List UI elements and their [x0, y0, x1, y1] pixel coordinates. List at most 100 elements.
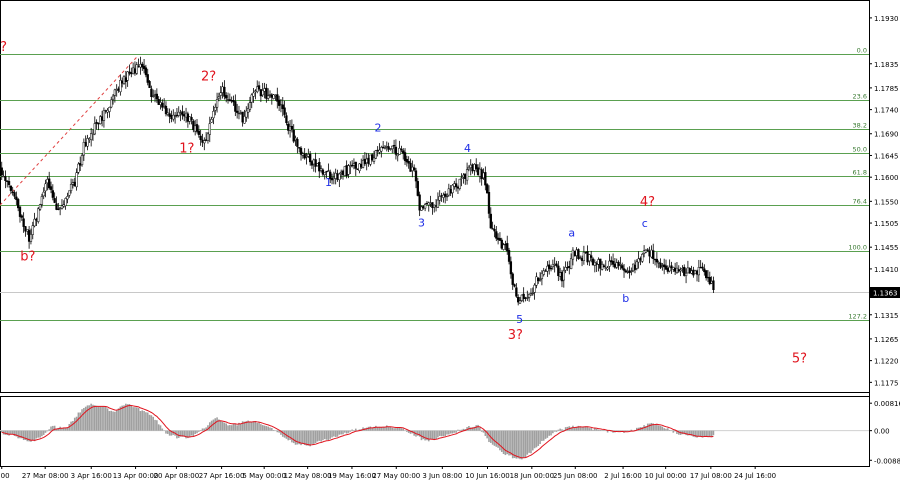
candle-body [708, 276, 711, 285]
candle-body [252, 92, 255, 97]
candle-body [633, 265, 637, 270]
osc-y-tick-label: -0.0088 [874, 457, 900, 465]
y-tick-label: 1.1175 [874, 379, 899, 387]
candle-body [684, 272, 688, 277]
candle-body [449, 188, 452, 194]
y-tick-label: 1.1410 [874, 266, 899, 274]
candle-body [635, 261, 638, 269]
candle-body [111, 95, 115, 100]
candle-body [588, 254, 591, 262]
candle-body [465, 169, 469, 181]
candle-body [677, 269, 680, 272]
candle-body [495, 231, 498, 239]
candle-body [159, 102, 162, 105]
osc-y-tick-label: 0.00 [874, 428, 890, 436]
candle-body [688, 268, 691, 274]
candle-body [66, 196, 69, 200]
candle-body [422, 206, 425, 209]
candle-body [626, 271, 629, 273]
candle-body [250, 94, 253, 103]
candle-body [46, 179, 49, 184]
candle-body [325, 170, 328, 173]
candle-body [566, 266, 569, 269]
candle-body [38, 204, 42, 210]
candle-body [285, 115, 288, 123]
candle-body [697, 267, 700, 276]
candle-body [60, 205, 64, 209]
candle-body [469, 164, 472, 168]
candle-body [305, 156, 308, 158]
candle-body [496, 237, 500, 240]
candle-body [157, 99, 160, 105]
candle-body [90, 133, 93, 141]
candle-body [4, 176, 7, 181]
candle-body [661, 265, 664, 267]
y-tick-label: 1.1690 [874, 131, 899, 139]
y-tick-label: 1.1265 [874, 336, 899, 344]
candle-body [228, 99, 232, 102]
candle-body [549, 267, 553, 270]
candle-body [210, 119, 213, 123]
candle-body [217, 96, 221, 99]
candle-body [84, 142, 87, 147]
candle-body [168, 113, 171, 117]
candle-body [248, 102, 252, 110]
candle-body [323, 172, 326, 175]
candle-body [49, 186, 53, 190]
candle-body [263, 88, 266, 92]
current-price-label: 1.1363 [873, 290, 898, 298]
candle-body [637, 258, 640, 263]
x-tick-label: 2 Jul 16:00 [604, 472, 642, 480]
candle-body [699, 266, 702, 269]
candle-body [108, 107, 111, 112]
candle-body [383, 147, 387, 149]
candle-body [610, 260, 613, 263]
candle-body [579, 257, 582, 259]
candle-body [418, 194, 421, 211]
candle-body [462, 174, 465, 178]
candle-body [506, 243, 509, 252]
candle-body [206, 133, 210, 141]
candle-body [451, 184, 454, 194]
x-tick-label: 13 Apr 00:00 [113, 472, 159, 480]
candle-body [232, 100, 235, 103]
candle-body [628, 270, 631, 274]
candle-body [276, 94, 279, 102]
candle-body [389, 148, 392, 150]
y-tick-label: 1.1315 [874, 312, 899, 320]
candle-body [334, 172, 337, 179]
candle-body [586, 251, 589, 263]
candle-body [712, 280, 715, 290]
candle-body [710, 281, 713, 284]
candle-body [29, 234, 33, 242]
candle-body [48, 178, 51, 189]
candle-body [703, 268, 706, 273]
candle-body [31, 225, 34, 235]
candle-body [491, 228, 494, 230]
candle-body [701, 266, 704, 269]
candle-body [124, 77, 127, 82]
candle-body [387, 146, 390, 150]
candle-body [340, 171, 343, 174]
candle-body [544, 270, 547, 272]
candle-body [164, 105, 168, 115]
candle-body [644, 249, 648, 253]
candle-body [17, 199, 20, 209]
candle-body [467, 166, 471, 170]
candle-body [573, 250, 576, 257]
candle-body [121, 80, 124, 84]
candle-body [194, 125, 197, 132]
candle-body [511, 273, 514, 285]
candle-body [518, 300, 522, 304]
candle-body [537, 277, 540, 282]
candle-body [115, 89, 118, 91]
candle-body [312, 159, 315, 165]
candle-body [513, 284, 516, 287]
candle-body [569, 258, 573, 269]
candle-body [445, 195, 449, 198]
candle-body [319, 168, 323, 171]
candle-body [619, 264, 622, 266]
candle-body [648, 250, 651, 257]
candle-body [580, 258, 584, 261]
candle-body [692, 269, 695, 276]
